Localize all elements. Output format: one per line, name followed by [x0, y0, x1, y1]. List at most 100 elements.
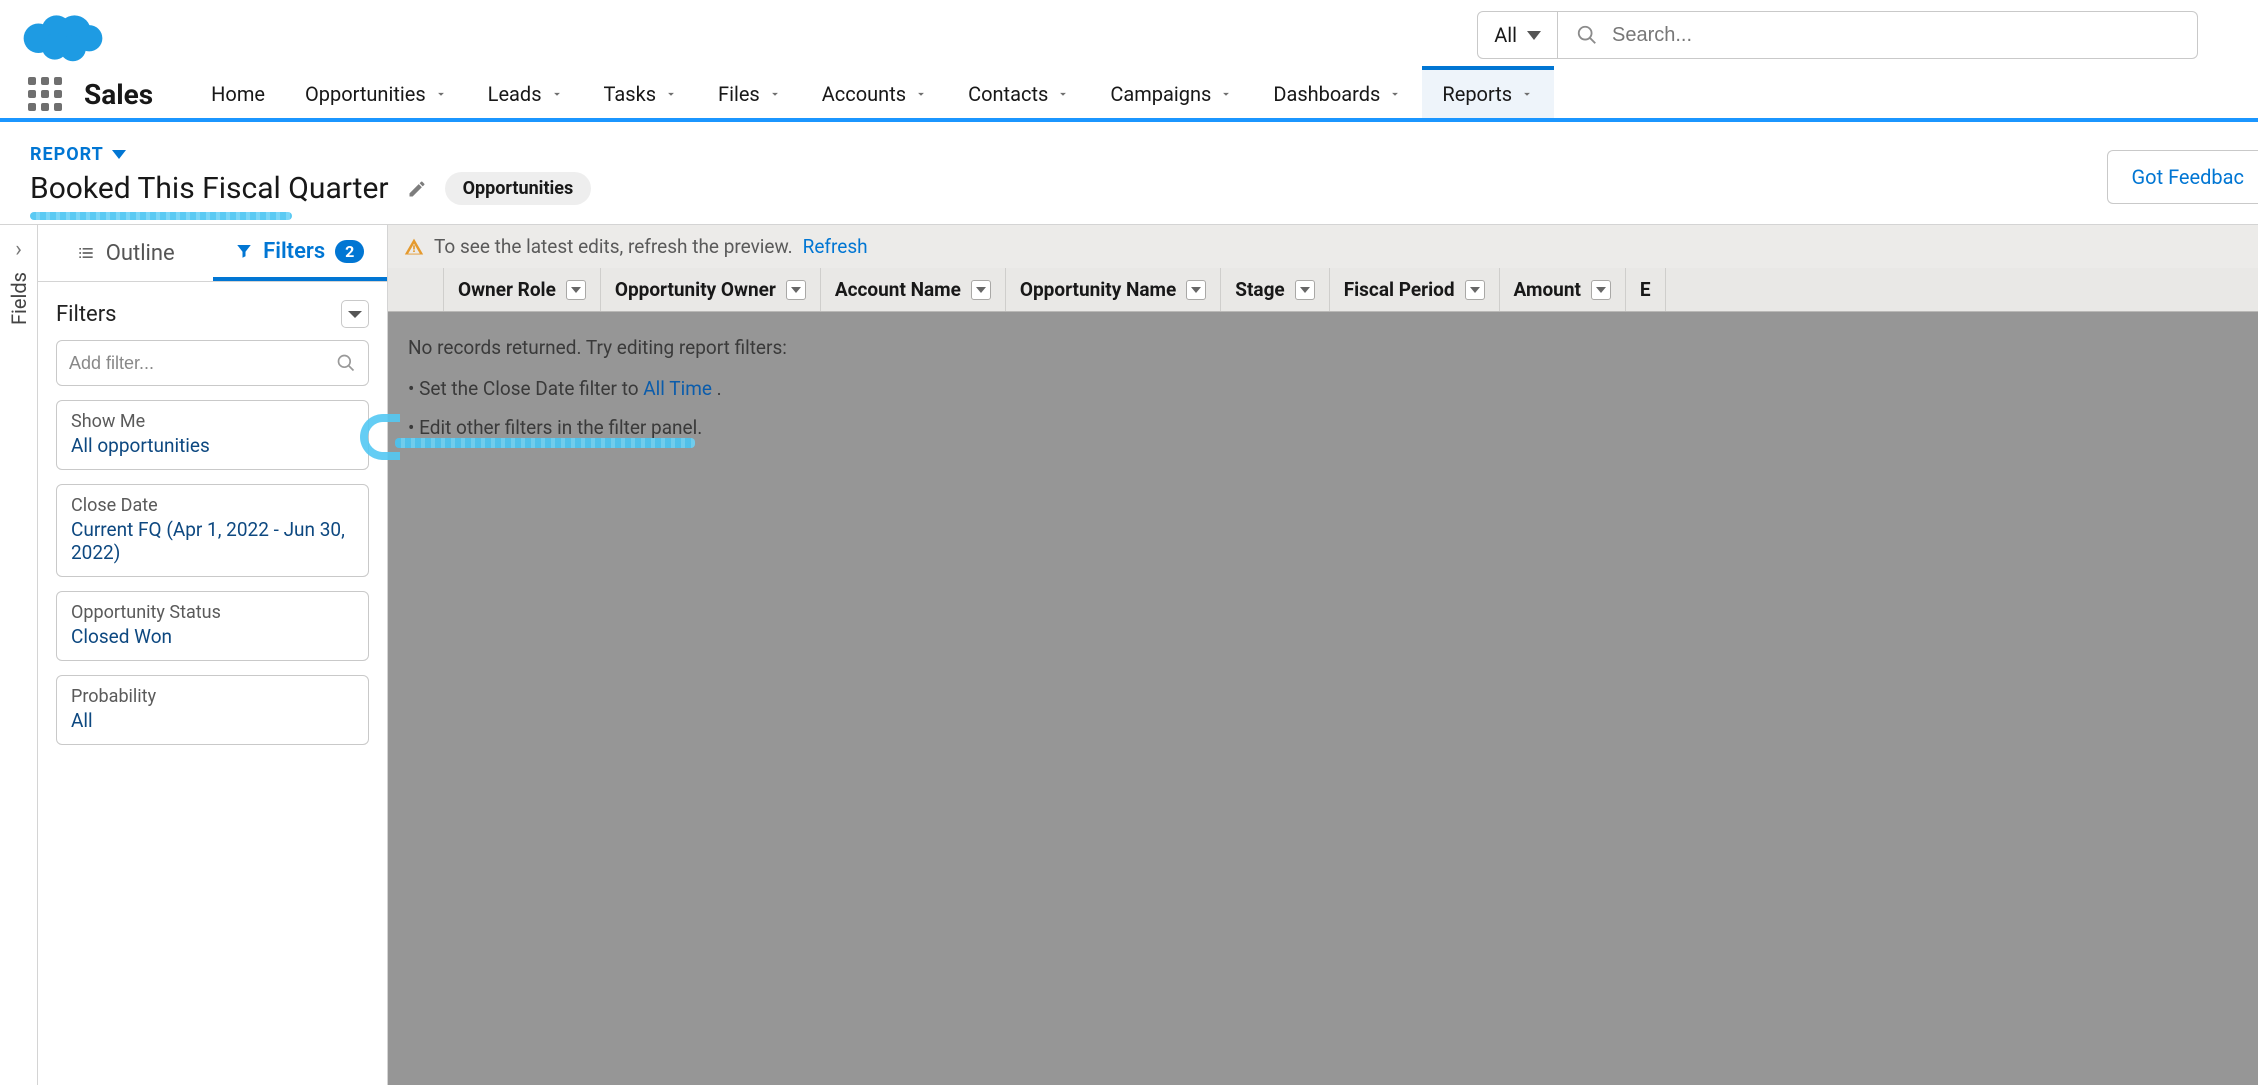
chevron-down-icon [664, 87, 678, 101]
column-header[interactable]: Opportunity Owner [601, 268, 821, 311]
filter-card-label: Opportunity Status [71, 602, 354, 623]
column-header[interactable]: E [1626, 268, 1666, 311]
global-header: All [0, 0, 2258, 70]
edit-title-button[interactable] [407, 179, 427, 199]
search-scope-dropdown[interactable]: All [1477, 11, 1558, 59]
chevron-down-icon [1520, 87, 1534, 101]
fields-rail-label: Fields [7, 272, 31, 325]
search-input[interactable] [1612, 24, 2179, 47]
tab-outline-label: Outline [106, 241, 175, 266]
nav-tab-home[interactable]: Home [191, 70, 285, 118]
chevron-down-icon [1527, 31, 1541, 40]
column-menu-button[interactable] [786, 280, 806, 300]
report-preview: To see the latest edits, refresh the pre… [388, 225, 2258, 1085]
tab-outline[interactable]: Outline [38, 225, 213, 281]
nav-tab-files[interactable]: Files [698, 70, 802, 118]
chevron-down-icon [434, 87, 448, 101]
app-launcher-icon[interactable] [28, 77, 62, 111]
tab-filters[interactable]: Filters 2 [213, 225, 388, 281]
nav-tab-campaigns[interactable]: Campaigns [1090, 70, 1253, 118]
search-box[interactable] [1558, 11, 2198, 59]
nav-tab-tasks[interactable]: Tasks [584, 70, 699, 118]
nav-tab-label: Tasks [604, 82, 657, 106]
column-header[interactable]: Fiscal Period [1330, 268, 1500, 311]
global-search: All [1477, 11, 2198, 59]
add-filter-input-wrap[interactable] [56, 340, 369, 386]
nav-tab-dashboards[interactable]: Dashboards [1253, 70, 1422, 118]
filter-card-label: Close Date [71, 495, 354, 516]
column-menu-button[interactable] [1186, 280, 1206, 300]
chevron-down-icon [348, 311, 362, 318]
search-icon [1576, 24, 1598, 46]
report-type-dropdown[interactable]: REPORT [30, 144, 2228, 165]
filter-card-label: Probability [71, 686, 354, 707]
column-header-label: Opportunity Name [1020, 278, 1176, 301]
filter-card-value: Current FQ (Apr 1, 2022 - Jun 30, 2022) [71, 518, 354, 564]
filter-card[interactable]: ProbabilityAll [56, 675, 369, 745]
chevron-down-icon [550, 87, 564, 101]
filters-menu-button[interactable] [341, 300, 369, 328]
column-header-label: Stage [1235, 278, 1284, 301]
column-menu-button[interactable] [566, 280, 586, 300]
column-header-label: Owner Role [458, 278, 556, 301]
filter-card[interactable]: Show MeAll opportunities [56, 400, 369, 470]
tab-filters-label: Filters [263, 239, 325, 264]
nav-tab-contacts[interactable]: Contacts [948, 70, 1090, 118]
annotation-highlight [30, 212, 292, 220]
column-menu-button[interactable] [971, 280, 991, 300]
column-menu-button[interactable] [1591, 280, 1611, 300]
filters-count-badge: 2 [335, 240, 364, 263]
column-header-label: Opportunity Owner [615, 278, 776, 301]
nav-tab-label: Dashboards [1273, 82, 1380, 106]
fields-rail[interactable]: › Fields [0, 225, 38, 1085]
column-header[interactable]: Opportunity Name [1006, 268, 1221, 311]
banner-text: To see the latest edits, refresh the pre… [434, 235, 793, 258]
report-workspace: › Fields Outline Filters 2 Filters [0, 225, 2258, 1085]
report-title[interactable]: Booked This Fiscal Quarter [30, 171, 389, 206]
column-header[interactable]: Amount [1500, 268, 1626, 311]
grid-header-row: Owner Role Opportunity Owner Account Name O… [388, 268, 2258, 312]
column-header[interactable]: Account Name [821, 268, 1006, 311]
column-menu-button[interactable] [1295, 280, 1315, 300]
filter-card[interactable]: Close DateCurrent FQ (Apr 1, 2022 - Jun … [56, 484, 369, 577]
chevron-down-icon [1219, 87, 1233, 101]
empty-message: No records returned. Try editing report … [408, 336, 2238, 359]
nav-tab-label: Opportunities [305, 82, 426, 106]
nav-tab-reports[interactable]: Reports [1422, 66, 1554, 118]
add-filter-input[interactable] [69, 353, 326, 374]
column-header-label: E [1640, 278, 1651, 301]
report-type-label: REPORT [30, 144, 104, 165]
column-header-label: Amount [1514, 278, 1581, 301]
nav-tab-label: Files [718, 82, 760, 106]
row-number-column [388, 268, 444, 311]
filter-card[interactable]: Opportunity StatusClosed Won [56, 591, 369, 661]
got-feedback-button[interactable]: Got Feedbac [2107, 150, 2258, 204]
chevron-down-icon [1388, 87, 1402, 101]
all-time-link[interactable]: All Time [643, 377, 712, 400]
column-menu-button[interactable] [1465, 280, 1485, 300]
nav-tab-label: Home [211, 82, 265, 106]
column-header-label: Account Name [835, 278, 961, 301]
column-header[interactable]: Owner Role [444, 268, 601, 311]
filter-icon [235, 242, 253, 260]
nav-tab-leads[interactable]: Leads [468, 70, 584, 118]
nav-tab-accounts[interactable]: Accounts [802, 70, 948, 118]
report-header: REPORT Booked This Fiscal Quarter Opport… [0, 122, 2258, 225]
nav-tab-label: Leads [488, 82, 542, 106]
chevron-down-icon [768, 87, 782, 101]
refresh-banner: To see the latest edits, refresh the pre… [388, 225, 2258, 268]
filter-card-value: All [71, 709, 354, 732]
chevron-down-icon [1056, 87, 1070, 101]
refresh-link[interactable]: Refresh [803, 235, 868, 258]
chevron-down-icon [914, 87, 928, 101]
column-header[interactable]: Stage [1221, 268, 1329, 311]
filter-card-value: All opportunities [71, 434, 354, 457]
search-scope-label: All [1494, 23, 1517, 47]
salesforce-logo [22, 7, 104, 63]
app-name: Sales [84, 78, 153, 111]
search-icon [336, 353, 356, 373]
filters-heading: Filters [56, 302, 117, 327]
nav-tab-label: Campaigns [1110, 82, 1211, 106]
filter-card-value: Closed Won [71, 625, 354, 648]
nav-tab-opportunities[interactable]: Opportunities [285, 70, 468, 118]
